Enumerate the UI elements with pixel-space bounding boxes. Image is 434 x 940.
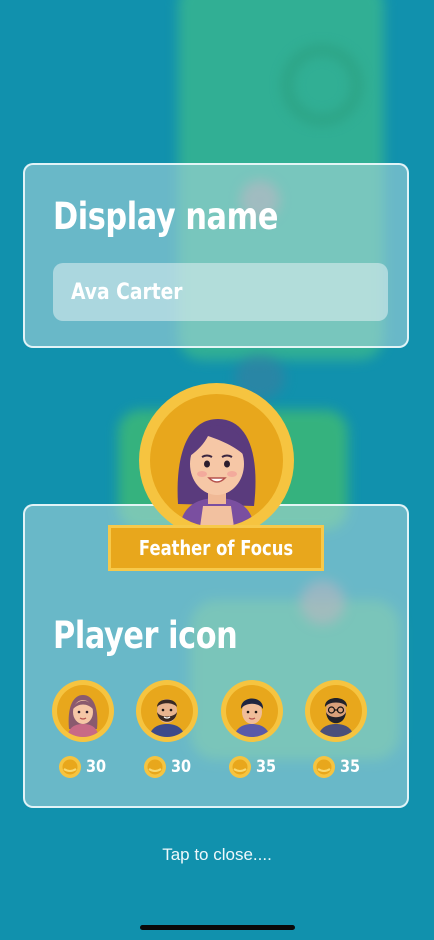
- woman-avatar-icon: [67, 695, 99, 737]
- coin-icon: [313, 756, 335, 778]
- price-option-1: 30: [58, 754, 110, 780]
- player-icon-option-4[interactable]: [305, 680, 367, 742]
- coin-icon: [59, 756, 81, 778]
- player-icon-option-3[interactable]: [221, 680, 283, 742]
- price-option-2: 30: [143, 754, 195, 780]
- player-icon-option-1[interactable]: [52, 680, 114, 742]
- display-name-input[interactable]: Ava Carter: [53, 263, 388, 321]
- home-indicator[interactable]: [140, 925, 295, 930]
- tap-to-close-button[interactable]: Tap to close....: [0, 845, 434, 865]
- bearded-man-avatar-icon: [149, 699, 185, 737]
- price-amount: 35: [340, 757, 361, 777]
- display-name-card: Display name Ava Carter: [23, 163, 409, 348]
- coin-icon: [144, 756, 166, 778]
- title-badge: Feather of Focus: [108, 525, 324, 571]
- price-amount: 35: [256, 757, 277, 777]
- bearded-man-glasses-avatar-icon: [318, 698, 354, 737]
- man-avatar-icon: [234, 698, 270, 737]
- price-amount: 30: [171, 757, 192, 777]
- price-option-3: 35: [228, 754, 280, 780]
- woman-avatar-icon: [177, 419, 256, 527]
- display-name-value: Ava Carter: [71, 279, 183, 305]
- current-avatar[interactable]: [139, 383, 294, 538]
- player-icon-option-2[interactable]: [136, 680, 198, 742]
- display-name-heading: Display name: [53, 195, 278, 238]
- title-badge-label: Feather of Focus: [138, 536, 294, 560]
- price-amount: 30: [86, 757, 107, 777]
- player-icon-heading: Player icon: [53, 614, 238, 657]
- background-piece: [282, 45, 362, 125]
- coin-icon: [229, 756, 251, 778]
- price-option-4: 35: [312, 754, 364, 780]
